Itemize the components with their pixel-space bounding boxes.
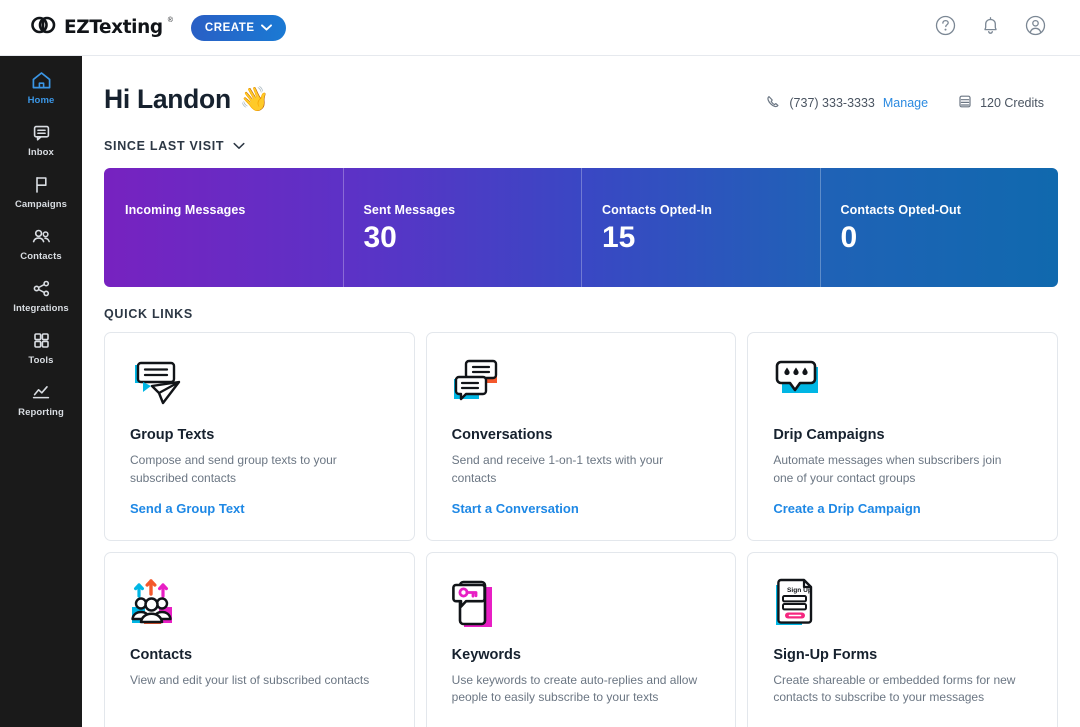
chevron-down-icon	[233, 137, 245, 155]
since-last-visit-label: SINCE LAST VISIT	[104, 139, 224, 153]
group-text-bubble-send-icon	[130, 355, 390, 413]
waving-hand-icon: 👋	[240, 88, 270, 112]
stat-label: Contacts Opted-In	[602, 203, 820, 217]
sidebar-item-reporting[interactable]: Reporting	[0, 374, 82, 426]
stat-value: 30	[364, 221, 582, 255]
page-title: Hi Landon 👋	[104, 84, 269, 115]
sidebar-item-label: Integrations	[13, 303, 69, 314]
card-title: Keywords	[452, 647, 712, 663]
credits-group: 120 Credits	[958, 94, 1044, 112]
send-group-text-link[interactable]: Send a Group Text	[130, 501, 245, 516]
top-bar: EZTexting ® CREATE	[0, 0, 1080, 56]
sidebar-item-integrations[interactable]: Integrations	[0, 270, 82, 322]
contacts-group-arrows-icon	[130, 575, 390, 633]
card-title: Drip Campaigns	[773, 427, 1033, 443]
card-title: Group Texts	[130, 427, 390, 443]
credits-count: 120 Credits	[980, 96, 1044, 110]
dashboard-page: EZTexting ® CREATE	[0, 0, 1080, 727]
create-button[interactable]: CREATE	[191, 15, 286, 41]
keywords-key-phone-icon	[452, 575, 712, 633]
credits-database-icon	[958, 94, 972, 112]
help-circle-icon[interactable]	[935, 15, 956, 41]
sidebar-item-label: Inbox	[28, 147, 54, 158]
phone-number-group: (737) 333-3333 Manage	[766, 94, 928, 112]
card-description: Send and receive 1-on-1 texts with your …	[452, 452, 702, 488]
chevron-down-icon	[261, 22, 272, 34]
create-drip-campaign-link[interactable]: Create a Drip Campaign	[773, 501, 920, 516]
stat-contacts-opted-in[interactable]: Contacts Opted-In 15	[581, 168, 820, 287]
phone-icon	[766, 94, 781, 112]
since-last-visit-filter[interactable]: SINCE LAST VISIT	[82, 115, 245, 155]
main-content: Hi Landon 👋 (737) 333-3333 Manage	[82, 56, 1080, 727]
quick-link-card-conversations[interactable]: Conversations Send and receive 1-on-1 te…	[426, 332, 737, 541]
sidebar-item-label: Campaigns	[15, 199, 67, 210]
reporting-chart-icon	[31, 383, 51, 402]
stat-label: Contacts Opted-Out	[841, 203, 1059, 217]
inbox-message-icon	[32, 123, 51, 142]
manage-phone-link[interactable]: Manage	[883, 96, 928, 110]
sidebar-item-home[interactable]: Home	[0, 62, 82, 114]
brand-trademark: ®	[168, 17, 173, 24]
sidebar-item-label: Reporting	[18, 407, 64, 418]
card-title: Sign-Up Forms	[773, 647, 1033, 663]
eztexting-logo-icon	[30, 15, 60, 40]
user-circle-icon[interactable]	[1025, 15, 1046, 41]
card-title: Contacts	[130, 647, 390, 663]
stats-banner: Incoming Messages Sent Messages 30 Conta…	[104, 168, 1058, 287]
stat-value: 0	[841, 221, 1059, 255]
quick-link-card-drip-campaigns[interactable]: Drip Campaigns Automate messages when su…	[747, 332, 1058, 541]
stat-incoming-messages[interactable]: Incoming Messages	[104, 168, 343, 287]
stat-value: 15	[602, 221, 820, 255]
sidebar-nav: Home Inbox Campaigns	[0, 56, 82, 727]
stat-contacts-opted-out[interactable]: Contacts Opted-Out 0	[820, 168, 1059, 287]
quick-links-heading: QUICK LINKS	[82, 287, 1080, 321]
tools-grid-icon	[32, 331, 51, 350]
stat-label: Sent Messages	[364, 203, 582, 217]
sidebar-item-campaigns[interactable]: Campaigns	[0, 166, 82, 218]
stat-label: Incoming Messages	[125, 203, 343, 217]
quick-link-card-contacts[interactable]: Contacts View and edit your list of subs…	[104, 552, 415, 727]
quick-link-card-keywords[interactable]: Keywords Use keywords to create auto-rep…	[426, 552, 737, 727]
conversations-two-bubbles-icon	[452, 355, 712, 413]
integrations-nodes-icon	[32, 279, 51, 298]
brand-logo[interactable]: EZTexting ®	[30, 15, 173, 41]
quick-links-grid: Group Texts Compose and send group texts…	[104, 332, 1058, 727]
quick-link-card-signup-forms[interactable]: Sign Up Sign-Up Forms Create shareable o…	[747, 552, 1058, 727]
quick-link-card-group-texts[interactable]: Group Texts Compose and send group texts…	[104, 332, 415, 541]
sidebar-item-label: Contacts	[20, 251, 61, 262]
account-info: (737) 333-3333 Manage 120 Credits	[766, 84, 1044, 112]
create-button-label: CREATE	[205, 22, 255, 34]
greeting-row: Hi Landon 👋 (737) 333-3333 Manage	[82, 56, 1080, 115]
start-conversation-link[interactable]: Start a Conversation	[452, 501, 579, 516]
phone-number: (737) 333-3333	[789, 96, 874, 110]
brand-name: EZTexting	[64, 17, 163, 38]
top-bar-actions	[935, 15, 1046, 41]
bell-icon[interactable]	[981, 15, 1000, 41]
svg-text:Sign Up: Sign Up	[787, 587, 812, 594]
signup-form-document-icon: Sign Up	[773, 575, 1033, 633]
card-title: Conversations	[452, 427, 712, 443]
card-description: Use keywords to create auto-replies and …	[452, 672, 702, 708]
flag-icon	[32, 175, 51, 194]
drip-campaign-droplets-bubble-icon	[773, 355, 1033, 413]
sidebar-item-tools[interactable]: Tools	[0, 322, 82, 374]
sidebar-item-inbox[interactable]: Inbox	[0, 114, 82, 166]
home-icon	[31, 71, 52, 90]
card-description: Create shareable or embedded forms for n…	[773, 672, 1023, 708]
stat-value	[125, 221, 343, 255]
card-description: View and edit your list of subscribed co…	[130, 672, 380, 690]
greeting-text: Hi Landon	[104, 84, 231, 115]
contacts-people-icon	[31, 227, 52, 246]
sidebar-item-label: Home	[28, 95, 55, 106]
card-description: Automate messages when subscribers join …	[773, 452, 1023, 488]
sidebar-item-contacts[interactable]: Contacts	[0, 218, 82, 270]
card-description: Compose and send group texts to your sub…	[130, 452, 380, 488]
sidebar-item-label: Tools	[28, 355, 53, 366]
stat-sent-messages[interactable]: Sent Messages 30	[343, 168, 582, 287]
